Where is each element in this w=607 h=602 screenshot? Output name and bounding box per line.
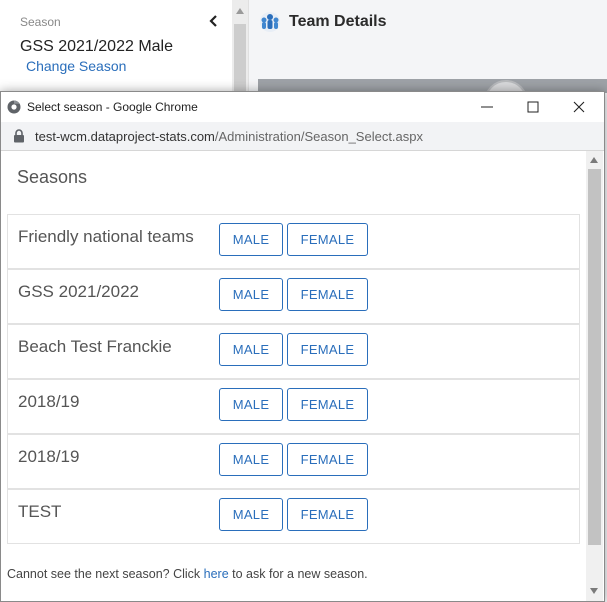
chrome-icon <box>7 100 21 114</box>
season-name: Friendly national teams <box>18 227 194 246</box>
season-name: GSS 2021/2022 <box>18 282 139 301</box>
footer-text-after: to ask for a new season. <box>228 567 368 581</box>
current-season-name: GSS 2021/2022 Male <box>20 38 173 55</box>
male-button[interactable]: MALE <box>219 388 283 421</box>
close-button[interactable] <box>556 92 602 122</box>
lock-icon[interactable] <box>13 129 25 143</box>
season-row: Friendly national teams MALE FEMALE <box>7 214 580 269</box>
female-button[interactable]: FEMALE <box>287 223 368 256</box>
minimize-button[interactable] <box>464 92 510 122</box>
request-season-link[interactable]: here <box>204 567 229 581</box>
popup-scrollbar[interactable] <box>586 151 603 601</box>
season-name: 2018/19 <box>18 447 80 466</box>
male-button[interactable]: MALE <box>219 443 283 476</box>
male-button[interactable]: MALE <box>219 333 283 366</box>
scroll-down-arrow-icon[interactable] <box>590 588 598 594</box>
season-row: Beach Test Franckie MALE FEMALE <box>7 324 580 379</box>
season-caption: Season <box>20 15 61 29</box>
male-button[interactable]: MALE <box>219 278 283 311</box>
footer-text-before: Cannot see the next season? Click <box>7 567 204 581</box>
maximize-button[interactable] <box>510 92 556 122</box>
female-button[interactable]: FEMALE <box>287 333 368 366</box>
female-button[interactable]: FEMALE <box>287 278 368 311</box>
select-season-window: Select season - Google Chrome test-wcm.d… <box>0 91 605 602</box>
season-row: TEST MALE FEMALE <box>7 489 580 544</box>
scroll-up-arrow-icon[interactable] <box>590 157 598 163</box>
scroll-up-arrow-icon[interactable] <box>236 8 244 14</box>
change-season-link[interactable]: Change Season <box>26 58 126 74</box>
scroll-thumb[interactable] <box>588 169 601 545</box>
season-select-page: Seasons Friendly national teams MALE FEM… <box>1 151 586 601</box>
season-name: Beach Test Franckie <box>18 337 172 356</box>
url-host: test-wcm.dataproject-stats.com <box>35 129 215 144</box>
female-button[interactable]: FEMALE <box>287 498 368 531</box>
scroll-thumb[interactable] <box>234 24 246 94</box>
window-titlebar[interactable]: Select season - Google Chrome <box>1 92 604 122</box>
female-button[interactable]: FEMALE <box>287 388 368 421</box>
page-title: Seasons <box>17 167 88 187</box>
season-row: 2018/19 MALE FEMALE <box>7 379 580 434</box>
season-row: GSS 2021/2022 MALE FEMALE <box>7 269 580 324</box>
url-text[interactable]: test-wcm.dataproject-stats.com/Administr… <box>35 129 423 144</box>
team-details-title: Team Details <box>289 13 387 30</box>
male-button[interactable]: MALE <box>219 498 283 531</box>
chevron-left-icon[interactable] <box>206 13 222 29</box>
season-name: TEST <box>18 502 62 521</box>
url-path: /Administration/Season_Select.aspx <box>214 129 424 144</box>
male-button[interactable]: MALE <box>219 223 283 256</box>
address-bar[interactable]: test-wcm.dataproject-stats.com/Administr… <box>1 122 604 151</box>
season-name: 2018/19 <box>18 392 80 411</box>
request-season-note: Cannot see the next season? Click here t… <box>7 567 368 581</box>
female-button[interactable]: FEMALE <box>287 443 368 476</box>
window-title: Select season - Google Chrome <box>27 100 198 114</box>
season-row: 2018/19 MALE FEMALE <box>7 434 580 489</box>
team-icon <box>259 11 281 33</box>
